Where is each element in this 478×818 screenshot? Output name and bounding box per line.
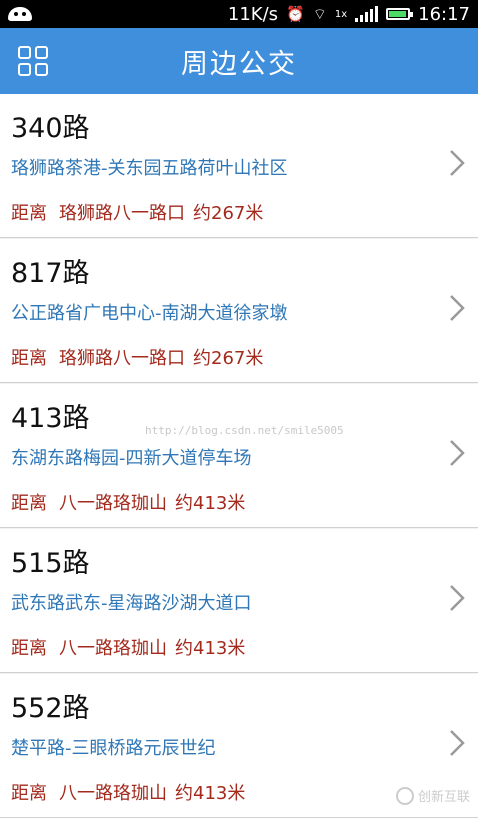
list-item[interactable]: 413路 东湖东路梅园-四新大道停车场 距离 八一路珞珈山 约413米 xyxy=(0,384,478,528)
route-distance: 距离 珞狮路八一路口 约267米 xyxy=(11,199,263,225)
distance-value: 约267米 xyxy=(193,203,264,224)
distance-label: 距离 xyxy=(11,203,47,224)
route-name: 413路 xyxy=(11,403,90,434)
route-line: 楚平路-三眼桥路元辰世纪 xyxy=(11,738,216,759)
distance-label: 距离 xyxy=(11,348,47,369)
chevron-right-icon xyxy=(450,295,465,321)
chevron-right-icon xyxy=(450,730,465,756)
net-speed: 11K/s xyxy=(227,3,279,25)
stop-name: 珞狮路八一路口 xyxy=(59,348,185,369)
list-item[interactable]: 515路 武东路武东-星海路沙湖大道口 距离 八一路珞珈山 约413米 xyxy=(0,529,478,673)
stop-name: 八一路珞珈山 xyxy=(59,638,167,659)
clock: 16:17 xyxy=(418,3,470,25)
route-distance: 距离 珞狮路八一路口 约267米 xyxy=(11,344,263,370)
battery-icon xyxy=(386,8,414,20)
distance-value: 约267米 xyxy=(193,348,264,369)
bus-route-list: 340路 珞狮路茶港-关东园五路荷叶山社区 距离 珞狮路八一路口 约267米 817… xyxy=(0,94,478,818)
route-name: 552路 xyxy=(11,693,90,724)
list-item[interactable]: 340路 珞狮路茶港-关东园五路荷叶山社区 距离 珞狮路八一路口 约267米 xyxy=(0,94,478,238)
route-name: 515路 xyxy=(11,548,90,579)
distance-label: 距离 xyxy=(11,638,47,659)
signal-label: 1x xyxy=(334,8,348,20)
distance-value: 约413米 xyxy=(175,783,246,804)
chevron-right-icon xyxy=(450,440,465,466)
stop-name: 八一路珞珈山 xyxy=(59,783,167,804)
brand-text: 创新互联 xyxy=(417,790,470,805)
chevron-right-icon xyxy=(450,150,465,176)
chevron-right-icon xyxy=(450,585,465,611)
distance-label: 距离 xyxy=(11,493,47,514)
signal-icon xyxy=(355,6,379,22)
route-distance: 距离 八一路珞珈山 约413米 xyxy=(11,634,245,660)
brand-watermark: 创新互联 xyxy=(395,786,470,805)
status-bar: 11K/s ⏰ ⌔ 1x 16:17 xyxy=(0,0,478,28)
route-line: 武东路武东-星海路沙湖大道口 xyxy=(11,593,252,614)
route-distance: 距离 八一路珞珈山 约413米 xyxy=(11,779,245,805)
app-header: 周边公交 xyxy=(0,28,478,94)
grid-icon[interactable] xyxy=(18,46,48,76)
brand-logo-icon xyxy=(395,786,414,805)
page-title: 周边公交 xyxy=(181,48,297,80)
route-name: 340路 xyxy=(11,113,90,144)
list-item[interactable]: 817路 公正路省广电中心-南湖大道徐家墩 距离 珞狮路八一路口 约267米 xyxy=(0,239,478,383)
distance-label: 距离 xyxy=(11,783,47,804)
android-icon xyxy=(8,7,32,21)
alarm-icon: ⏰ xyxy=(286,5,305,23)
distance-value: 约413米 xyxy=(175,493,246,514)
wifi-icon: ⌔ xyxy=(312,4,327,23)
route-distance: 距离 八一路珞珈山 约413米 xyxy=(11,489,245,515)
route-line: 东湖东路梅园-四新大道停车场 xyxy=(11,448,252,469)
watermark: http://blog.csdn.net/smile5005 xyxy=(145,424,344,437)
route-name: 817路 xyxy=(11,258,90,289)
stop-name: 珞狮路八一路口 xyxy=(59,203,185,224)
route-line: 珞狮路茶港-关东园五路荷叶山社区 xyxy=(11,158,288,179)
route-line: 公正路省广电中心-南湖大道徐家墩 xyxy=(11,303,288,324)
stop-name: 八一路珞珈山 xyxy=(59,493,167,514)
distance-value: 约413米 xyxy=(175,638,246,659)
